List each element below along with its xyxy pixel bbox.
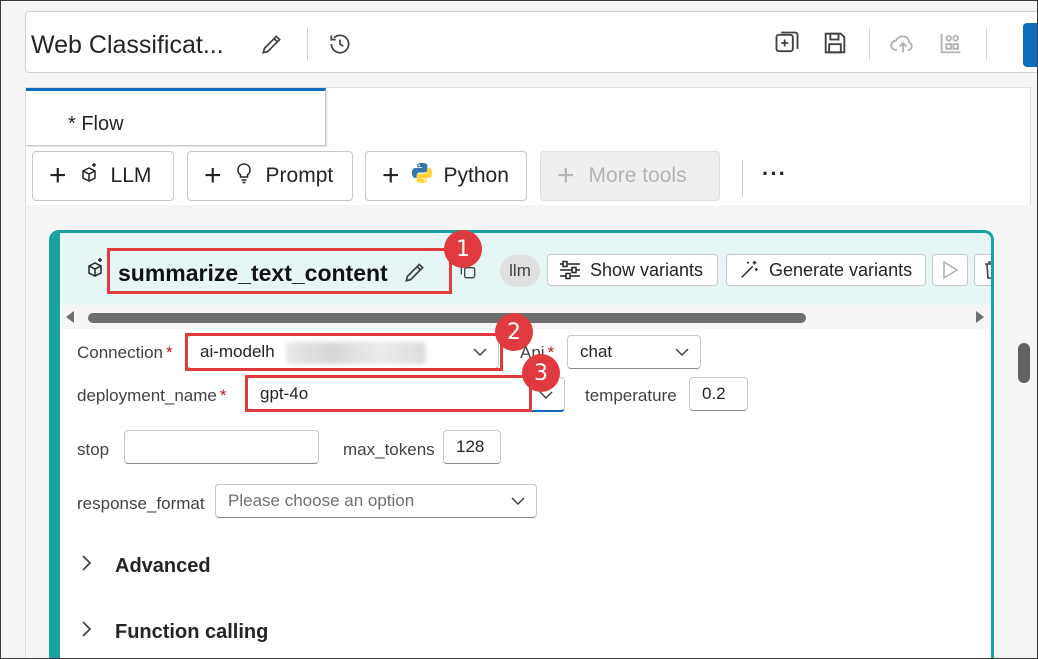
add-node-icon[interactable] xyxy=(772,28,802,58)
more-options-button[interactable]: ··· xyxy=(762,161,787,187)
lightbulb-icon xyxy=(232,161,256,191)
response-format-placeholder: Please choose an option xyxy=(228,491,415,510)
deployment-name-label: deployment_name * xyxy=(77,386,227,405)
more-tools-button[interactable]: + More tools xyxy=(540,151,720,201)
plus-icon: + xyxy=(204,159,222,192)
function-calling-section-toggle[interactable]: Function calling xyxy=(81,620,268,644)
show-variants-label: Show variants xyxy=(590,259,704,280)
more-tools-label: More tools xyxy=(588,164,687,187)
api-select[interactable]: chat xyxy=(567,335,701,369)
horizontal-scroll-thumb[interactable] xyxy=(88,313,806,323)
temperature-value: 0.2 xyxy=(702,384,726,403)
plus-icon: + xyxy=(382,159,400,192)
plus-icon: + xyxy=(557,159,575,192)
history-icon[interactable] xyxy=(326,30,354,58)
stop-label: stop xyxy=(77,440,110,459)
python-icon xyxy=(410,161,434,191)
flow-title: Web Classificat... xyxy=(31,31,224,59)
sliders-icon xyxy=(558,259,582,281)
response-format-label: response_format xyxy=(77,494,205,513)
play-icon xyxy=(941,260,959,280)
add-python-button[interactable]: + Python xyxy=(365,151,527,201)
tab-strip: * Flow xyxy=(25,87,1031,147)
scroll-left-icon[interactable] xyxy=(66,311,74,323)
max-tokens-label: max_tokens xyxy=(343,440,435,459)
chevron-right-icon xyxy=(81,554,93,578)
magic-wand-icon xyxy=(737,259,761,281)
vertical-scrollbar[interactable] xyxy=(1018,343,1030,383)
node-accent-bar xyxy=(52,233,60,658)
node-header: summarize_text_content llm Show variants… xyxy=(60,233,991,305)
connection-select[interactable]: ai-modelh xyxy=(187,335,499,369)
tab-flow-label: * Flow xyxy=(68,113,124,135)
delete-node-button[interactable] xyxy=(974,254,991,286)
flow-header: Web Classificat... xyxy=(25,11,1037,73)
temperature-label: temperature xyxy=(585,386,677,405)
run-node-button[interactable] xyxy=(932,254,968,286)
generate-variants-label: Generate variants xyxy=(769,259,913,280)
redacted-connection xyxy=(286,342,426,364)
chevron-down-icon xyxy=(674,344,690,365)
advanced-section-toggle[interactable]: Advanced xyxy=(81,554,211,578)
connection-value: ai-modelh xyxy=(200,342,275,361)
show-variants-button[interactable]: Show variants xyxy=(547,254,718,286)
callout-badge-3: 3 xyxy=(522,354,560,392)
plus-icon: + xyxy=(49,159,67,192)
trash-icon xyxy=(983,260,991,280)
node-toolbar: + LLM + Prompt + Python + More tools ··· xyxy=(25,147,1031,205)
tab-flow[interactable]: * Flow xyxy=(26,88,326,146)
connection-label: Connection * xyxy=(77,343,173,362)
layout-icon[interactable] xyxy=(936,28,966,58)
run-button-edge[interactable] xyxy=(1023,23,1037,67)
response-format-select[interactable]: Please choose an option xyxy=(215,484,537,518)
callout-badge-2: 2 xyxy=(495,313,533,351)
edit-name-icon[interactable] xyxy=(400,257,430,287)
chevron-right-icon xyxy=(81,620,93,644)
cloud-upload-icon[interactable] xyxy=(888,28,918,58)
node-type-badge: llm xyxy=(500,255,540,287)
add-llm-button[interactable]: + LLM xyxy=(32,151,174,201)
max-tokens-value: 128 xyxy=(456,437,485,456)
generate-variants-button[interactable]: Generate variants xyxy=(726,254,926,286)
function-calling-label: Function calling xyxy=(115,620,269,643)
chevron-down-icon xyxy=(510,493,526,514)
ellipsis-icon: ··· xyxy=(762,161,787,186)
max-tokens-input[interactable]: 128 xyxy=(443,430,501,464)
chevron-down-icon xyxy=(472,344,488,365)
stop-input[interactable] xyxy=(124,430,319,464)
add-llm-label: LLM xyxy=(110,164,152,187)
pencil-icon[interactable] xyxy=(258,30,286,58)
llm-sparkle-icon xyxy=(77,161,101,191)
temperature-input[interactable]: 0.2 xyxy=(689,377,748,411)
save-icon[interactable] xyxy=(820,28,850,58)
add-prompt-label: Prompt xyxy=(265,164,334,187)
callout-badge-1: 1 xyxy=(444,230,482,268)
api-value: chat xyxy=(580,342,613,361)
app-window: Web Classificat... * Flow + LLM + Prompt… xyxy=(0,0,1038,659)
scroll-right-icon[interactable] xyxy=(976,311,984,323)
llm-node-icon xyxy=(82,255,108,281)
deployment-name-value: gpt-4o xyxy=(260,384,309,403)
advanced-label: Advanced xyxy=(115,554,211,577)
add-python-label: Python xyxy=(443,164,509,187)
node-name: summarize_text_content xyxy=(118,260,388,286)
deployment-name-combobox[interactable]: gpt-4o xyxy=(247,377,565,412)
add-prompt-button[interactable]: + Prompt xyxy=(187,151,353,201)
